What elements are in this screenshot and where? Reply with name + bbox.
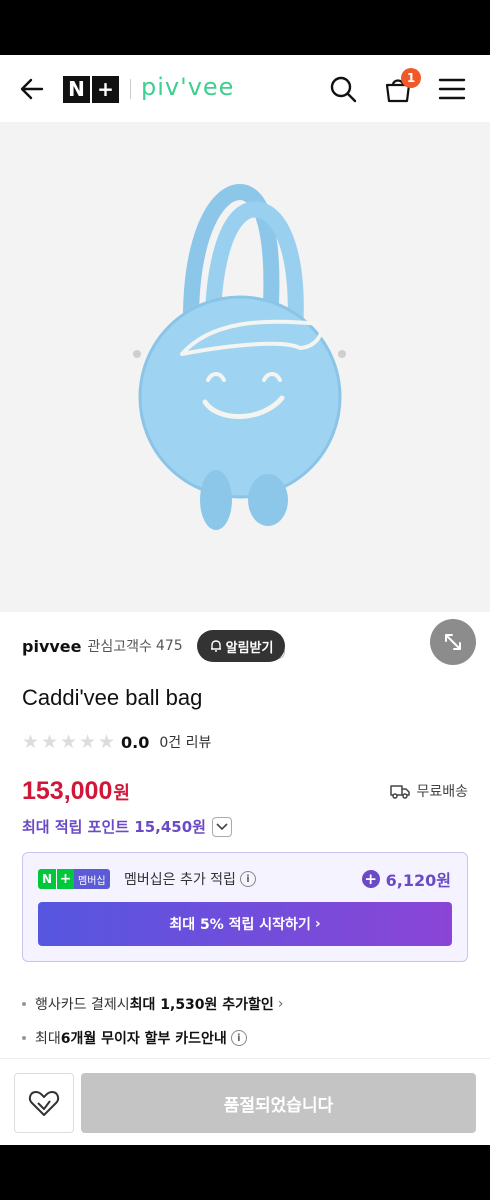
membership-badge-n: N (38, 869, 56, 889)
star-icon: ★ (79, 730, 97, 753)
membership-badge-label: 멤버십 (74, 869, 110, 889)
cart-button[interactable]: 1 (378, 68, 421, 107)
search-button[interactable] (325, 71, 361, 107)
bottom-action-bar: 품절되었습니다 (0, 1058, 490, 1145)
installment-prefix: 최대 (35, 1031, 61, 1047)
seller-row: pivvee 관심고객수 475 알림받기 (22, 630, 286, 662)
max-points-row[interactable]: 최대 적립 포인트 15,450원 (22, 816, 232, 837)
bell-plus-icon (210, 640, 221, 652)
rating-value: 0.0 (121, 732, 150, 752)
back-button[interactable] (14, 71, 50, 107)
search-icon (330, 76, 357, 103)
star-icon: ★ (60, 730, 78, 753)
follower-label: 관심고객수 (87, 639, 152, 655)
product-photo (133, 183, 346, 530)
product-title: Caddi'vee ball bag (22, 685, 203, 710)
logo-divider (130, 79, 131, 99)
chevron-right-icon: › (277, 996, 284, 1012)
membership-badge: N + 멤버십 (38, 869, 110, 889)
header: N + piv'vee 1 (0, 55, 490, 122)
info-icon[interactable]: i (230, 1030, 247, 1046)
heart-icon (28, 1091, 60, 1116)
card-discount-item[interactable]: 행사카드 결제시 최대 1,530원 추가할인 › (22, 987, 468, 1021)
membership-description: 멤버십은 추가 적립 i (124, 869, 256, 889)
membership-cta-button[interactable]: 최대 5% 적립 시작하기 › (38, 902, 452, 946)
membership-points-value: 6,120원 (385, 871, 451, 890)
menu-button[interactable] (434, 71, 470, 107)
membership-box: N + 멤버십 멤버십은 추가 적립 i + 6,120원 최대 5% 적립 시… (22, 852, 468, 962)
product-page: N + piv'vee 1 pivvee 관심고객수 475 알림받기 Cadd… (0, 55, 490, 1145)
card-discount-amount: 최대 1,530원 추가할인 (129, 997, 274, 1013)
seller-name[interactable]: pivvee (22, 637, 82, 656)
wishlist-button[interactable] (14, 1073, 74, 1133)
notify-button[interactable]: 알림받기 (196, 630, 286, 662)
rating-row[interactable]: ★ ★ ★ ★ ★ 0.0 0건 리뷰 (22, 731, 211, 753)
star-icon: ★ (98, 730, 116, 753)
installment-info: 6개월 무이자 할부 카드안내 (60, 1031, 227, 1047)
brand-logo[interactable]: piv'vee (141, 73, 234, 101)
price-currency: 원 (113, 783, 130, 804)
chevron-right-icon: › (314, 916, 321, 932)
nplus-logo-n: N (63, 75, 90, 103)
plus-circle-icon: + (361, 870, 380, 888)
max-points-text: 최대 적립 포인트 15,450원 (22, 818, 206, 836)
nplus-logo[interactable]: N + (63, 75, 119, 103)
installment-item[interactable]: 최대 6개월 무이자 할부 카드안내 i (22, 1021, 468, 1055)
chevron-down-icon (211, 816, 232, 837)
expand-image-button[interactable] (430, 619, 476, 665)
bullet-dot (22, 1036, 26, 1040)
star-icon: ★ (41, 730, 59, 753)
star-rating: ★ ★ ★ ★ ★ (22, 730, 117, 753)
star-icon: ★ (22, 730, 40, 753)
bullet-dot (22, 1002, 26, 1006)
arrow-left-icon (20, 78, 44, 100)
notify-button-label: 알림받기 (225, 640, 274, 656)
product-image-gallery[interactable] (0, 122, 490, 665)
expand-icon (445, 634, 461, 650)
status-bar (0, 0, 490, 55)
hamburger-menu-icon (438, 78, 466, 100)
nplus-logo-plus: + (92, 75, 119, 103)
system-navigation-bar (0, 1145, 490, 1200)
price-row: 153,000 원 (22, 777, 130, 806)
card-discount-prefix: 행사카드 결제시 (35, 997, 130, 1013)
shipping-info: 무료배송 (390, 781, 468, 801)
membership-cta-label: 최대 5% 적립 시작하기 (169, 917, 311, 933)
truck-icon (390, 785, 411, 799)
benefits-list: 행사카드 결제시 최대 1,530원 추가할인 › 최대 6개월 무이자 할부 … (22, 987, 468, 1055)
follower-count: 475 (155, 638, 183, 654)
membership-badge-plus: + (56, 869, 74, 889)
soldout-button[interactable]: 품절되었습니다 (81, 1073, 476, 1133)
review-count[interactable]: 0건 리뷰 (159, 732, 211, 752)
membership-points: + 6,120원 (361, 867, 451, 891)
info-icon[interactable]: i (239, 871, 256, 887)
shipping-label: 무료배송 (416, 784, 468, 800)
price: 153,000 (22, 777, 113, 805)
cart-count-badge: 1 (401, 68, 421, 88)
membership-description-text: 멤버십은 추가 적립 (124, 872, 236, 888)
